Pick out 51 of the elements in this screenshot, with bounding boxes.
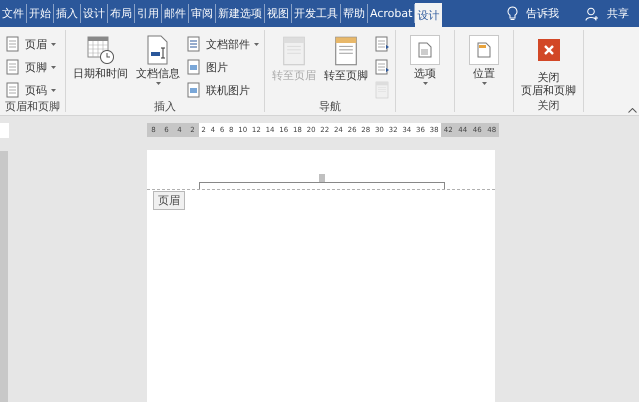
person-icon	[585, 6, 599, 20]
calendar-clock-icon	[86, 35, 114, 65]
ribbon-icon-button[interactable]	[374, 34, 390, 54]
ribbon-button[interactable]: 图片	[186, 57, 259, 77]
group-label: 页眉和页脚	[5, 100, 60, 114]
ribbon-button[interactable]: 转至页脚	[322, 33, 370, 84]
page-split-icon	[374, 80, 390, 100]
ribbon-button[interactable]: 联机图片	[186, 80, 259, 100]
ribbon-tab[interactable]: 帮助	[341, 4, 368, 23]
share-button[interactable]: 共享	[605, 6, 631, 21]
page-icon	[5, 82, 21, 98]
ribbon-tab[interactable]: 布局	[108, 4, 135, 23]
position-icon	[477, 42, 491, 58]
ribbon-icon-button[interactable]	[374, 57, 390, 77]
close-icon	[538, 39, 560, 61]
header-tag: 页眉	[153, 191, 185, 210]
ribbon-tab[interactable]: 引用	[135, 4, 162, 23]
group-label: 插入	[153, 100, 177, 114]
ribbon-button[interactable]: 文档部件	[186, 34, 259, 54]
ribbon-tab[interactable]: 开发工具	[292, 4, 341, 23]
ribbon-button[interactable]: 页脚	[5, 57, 56, 77]
online-image-icon	[186, 82, 202, 98]
tell-me-button[interactable]: 告诉我	[524, 6, 561, 21]
ribbon-tab[interactable]: 审阅	[189, 4, 216, 23]
ribbon-tab[interactable]: 新建选项	[216, 4, 265, 23]
ribbon-button[interactable]: 文档信息	[134, 33, 182, 87]
image-icon	[186, 59, 202, 75]
document-icon	[146, 35, 170, 65]
ribbon-tab[interactable]: 文件	[0, 4, 27, 23]
ribbon-tab[interactable]: 设计	[81, 4, 108, 23]
parts-icon	[186, 36, 202, 52]
ribbon-button[interactable]: 关闭 页眉和页脚	[519, 33, 578, 99]
group-label: 导航	[318, 100, 342, 114]
ribbon-button[interactable]: 日期和时间	[71, 33, 130, 82]
collapse-ribbon-icon[interactable]	[628, 108, 637, 113]
ribbon-tab[interactable]: 邮件	[162, 4, 189, 23]
lightbulb-icon	[507, 6, 518, 21]
group-label: 关闭	[536, 99, 560, 113]
page-icon	[5, 36, 21, 52]
ribbon-button[interactable]: 页眉	[5, 34, 56, 54]
ribbon-button[interactable]: 页码	[5, 80, 56, 100]
ribbon-tab[interactable]: 插入	[54, 4, 81, 23]
ribbon-tab[interactable]: 设计	[415, 3, 442, 27]
page-icon	[280, 35, 308, 67]
ribbon-tab[interactable]: 开始	[27, 4, 54, 23]
ribbon-button[interactable]: 位置	[460, 33, 508, 87]
page-icon	[332, 35, 360, 67]
page-icon	[5, 59, 21, 75]
options-icon	[418, 42, 432, 58]
ribbon-tab[interactable]: 视图	[265, 4, 292, 23]
ribbon-button[interactable]: 选项	[401, 33, 449, 87]
